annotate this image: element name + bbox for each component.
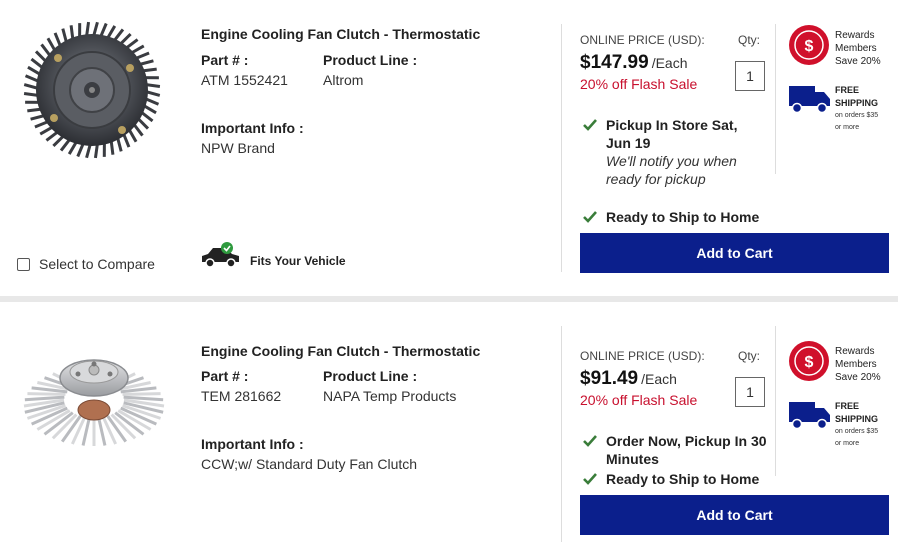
- flash-sale-text: 20% off Flash Sale: [580, 392, 698, 408]
- qty-label: Qty:: [738, 349, 761, 363]
- check-icon: [583, 435, 597, 447]
- fits-label: Fits Your Vehicle: [250, 254, 346, 268]
- rewards-line-2: Members: [835, 359, 877, 370]
- qty-input[interactable]: 1: [735, 61, 765, 91]
- product-title[interactable]: Engine Cooling Fan Clutch - Thermostatic: [201, 26, 480, 42]
- free-line-1: FREE: [835, 401, 860, 411]
- fan-fin: [27, 392, 66, 396]
- check-icon: [583, 473, 597, 485]
- free-shipping-subtext: on orders $35 or more: [835, 110, 895, 134]
- rewards-badge-icon: $: [789, 341, 829, 381]
- rewards-line-1: Rewards: [835, 30, 875, 41]
- free-shipping-text: FREE SHIPPING: [835, 400, 878, 426]
- rewards-text: Rewards Members Save 20%: [835, 345, 895, 384]
- select-to-compare[interactable]: Select to Compare: [17, 256, 155, 272]
- ship-availability: Ready to Ship to Home: [582, 470, 759, 488]
- price-value: $91.49/Each: [580, 368, 677, 390]
- pickup-availability: Pickup In Store Sat, Jun 19 We'll notify…: [582, 116, 766, 188]
- rewards-line-3: Save 20%: [835, 56, 881, 67]
- product-card-1: Engine Cooling Fan Clutch - Thermostatic…: [0, 0, 898, 296]
- fits-your-vehicle: Fits Your Vehicle: [200, 242, 346, 270]
- pickup-title: Pickup In Store Sat, Jun 19: [606, 117, 738, 151]
- truck-icon: [789, 402, 830, 430]
- ship-availability: Ready to Ship to Home: [582, 208, 759, 226]
- rewards-line-2: Members: [835, 43, 877, 54]
- part-number-label: Part # :: [201, 368, 249, 384]
- ship-title: Ready to Ship to Home: [606, 209, 760, 225]
- price-unit: /Each: [651, 55, 688, 71]
- free-shipping-subtext: on orders $35 or more: [835, 426, 895, 450]
- rewards-line-1: Rewards: [835, 346, 875, 357]
- column-divider: [561, 326, 562, 542]
- part-number-label: Part # :: [201, 52, 249, 68]
- product-line-value: NAPA Temp Products: [323, 388, 457, 404]
- rewards-dollar: $: [805, 38, 814, 55]
- part-number-value: ATM 1552421: [201, 72, 288, 88]
- qty-label: Qty:: [738, 33, 761, 47]
- fan-fin: [122, 392, 161, 396]
- free-sub-2: or more: [835, 440, 860, 447]
- fan-clutch-image-2[interactable]: [18, 320, 170, 472]
- price-amount: $91.49: [580, 368, 639, 389]
- column-divider: [561, 24, 562, 272]
- pickup-subtext: We'll notify you when ready for pickup: [606, 153, 737, 187]
- car-check-icon: [202, 242, 239, 268]
- add-to-cart-button[interactable]: Add to Cart: [580, 495, 889, 535]
- online-price-label: ONLINE PRICE (USD):: [580, 33, 705, 47]
- product-card-2: Engine Cooling Fan Clutch - Thermostatic…: [0, 302, 898, 542]
- rewards-dollar: $: [805, 354, 814, 371]
- column-divider: [775, 326, 776, 476]
- free-sub-1: on orders $35: [835, 112, 879, 119]
- important-info-label: Important Info :: [201, 436, 304, 452]
- fan-clutch-image-1[interactable]: [18, 18, 170, 170]
- truck-icon: [789, 86, 830, 114]
- free-line-2: SHIPPING: [835, 414, 879, 424]
- add-to-cart-button[interactable]: Add to Cart: [580, 233, 889, 273]
- check-icon: [583, 119, 597, 131]
- price-amount: $147.99: [580, 52, 649, 73]
- online-price-label: ONLINE PRICE (USD):: [580, 349, 705, 363]
- free-line-1: FREE: [835, 85, 860, 95]
- free-sub-1: on orders $35: [835, 428, 879, 435]
- free-shipping-text: FREE SHIPPING: [835, 84, 878, 110]
- rewards-badge-icon: $: [789, 25, 829, 65]
- free-sub-2: or more: [835, 124, 860, 131]
- check-icon: [583, 211, 597, 223]
- pickup-title: Order Now, Pickup In 30 Minutes: [606, 433, 767, 467]
- product-line-label: Product Line :: [323, 368, 418, 384]
- pickup-availability: Order Now, Pickup In 30 Minutes: [582, 432, 772, 468]
- compare-label: Select to Compare: [39, 256, 155, 272]
- flash-sale-text: 20% off Flash Sale: [580, 76, 698, 92]
- qty-input[interactable]: 1: [735, 377, 765, 407]
- product-line-label: Product Line :: [323, 52, 418, 68]
- compare-checkbox[interactable]: [17, 257, 30, 271]
- important-info-label: Important Info :: [201, 120, 304, 136]
- rewards-text: Rewards Members Save 20%: [835, 29, 895, 68]
- product-title[interactable]: Engine Cooling Fan Clutch - Thermostatic: [201, 343, 480, 359]
- important-info-value: CCW;w/ Standard Duty Fan Clutch: [201, 456, 418, 472]
- product-line-value: Altrom: [323, 72, 364, 88]
- part-number-value: TEM 281662: [201, 388, 282, 404]
- price-unit: /Each: [641, 371, 677, 387]
- free-line-2: SHIPPING: [835, 98, 879, 108]
- ship-title: Ready to Ship to Home: [606, 471, 760, 487]
- important-info-value: NPW Brand: [201, 140, 275, 156]
- rewards-line-3: Save 20%: [835, 372, 881, 383]
- column-divider: [775, 24, 776, 174]
- price-value: $147.99/Each: [580, 52, 688, 74]
